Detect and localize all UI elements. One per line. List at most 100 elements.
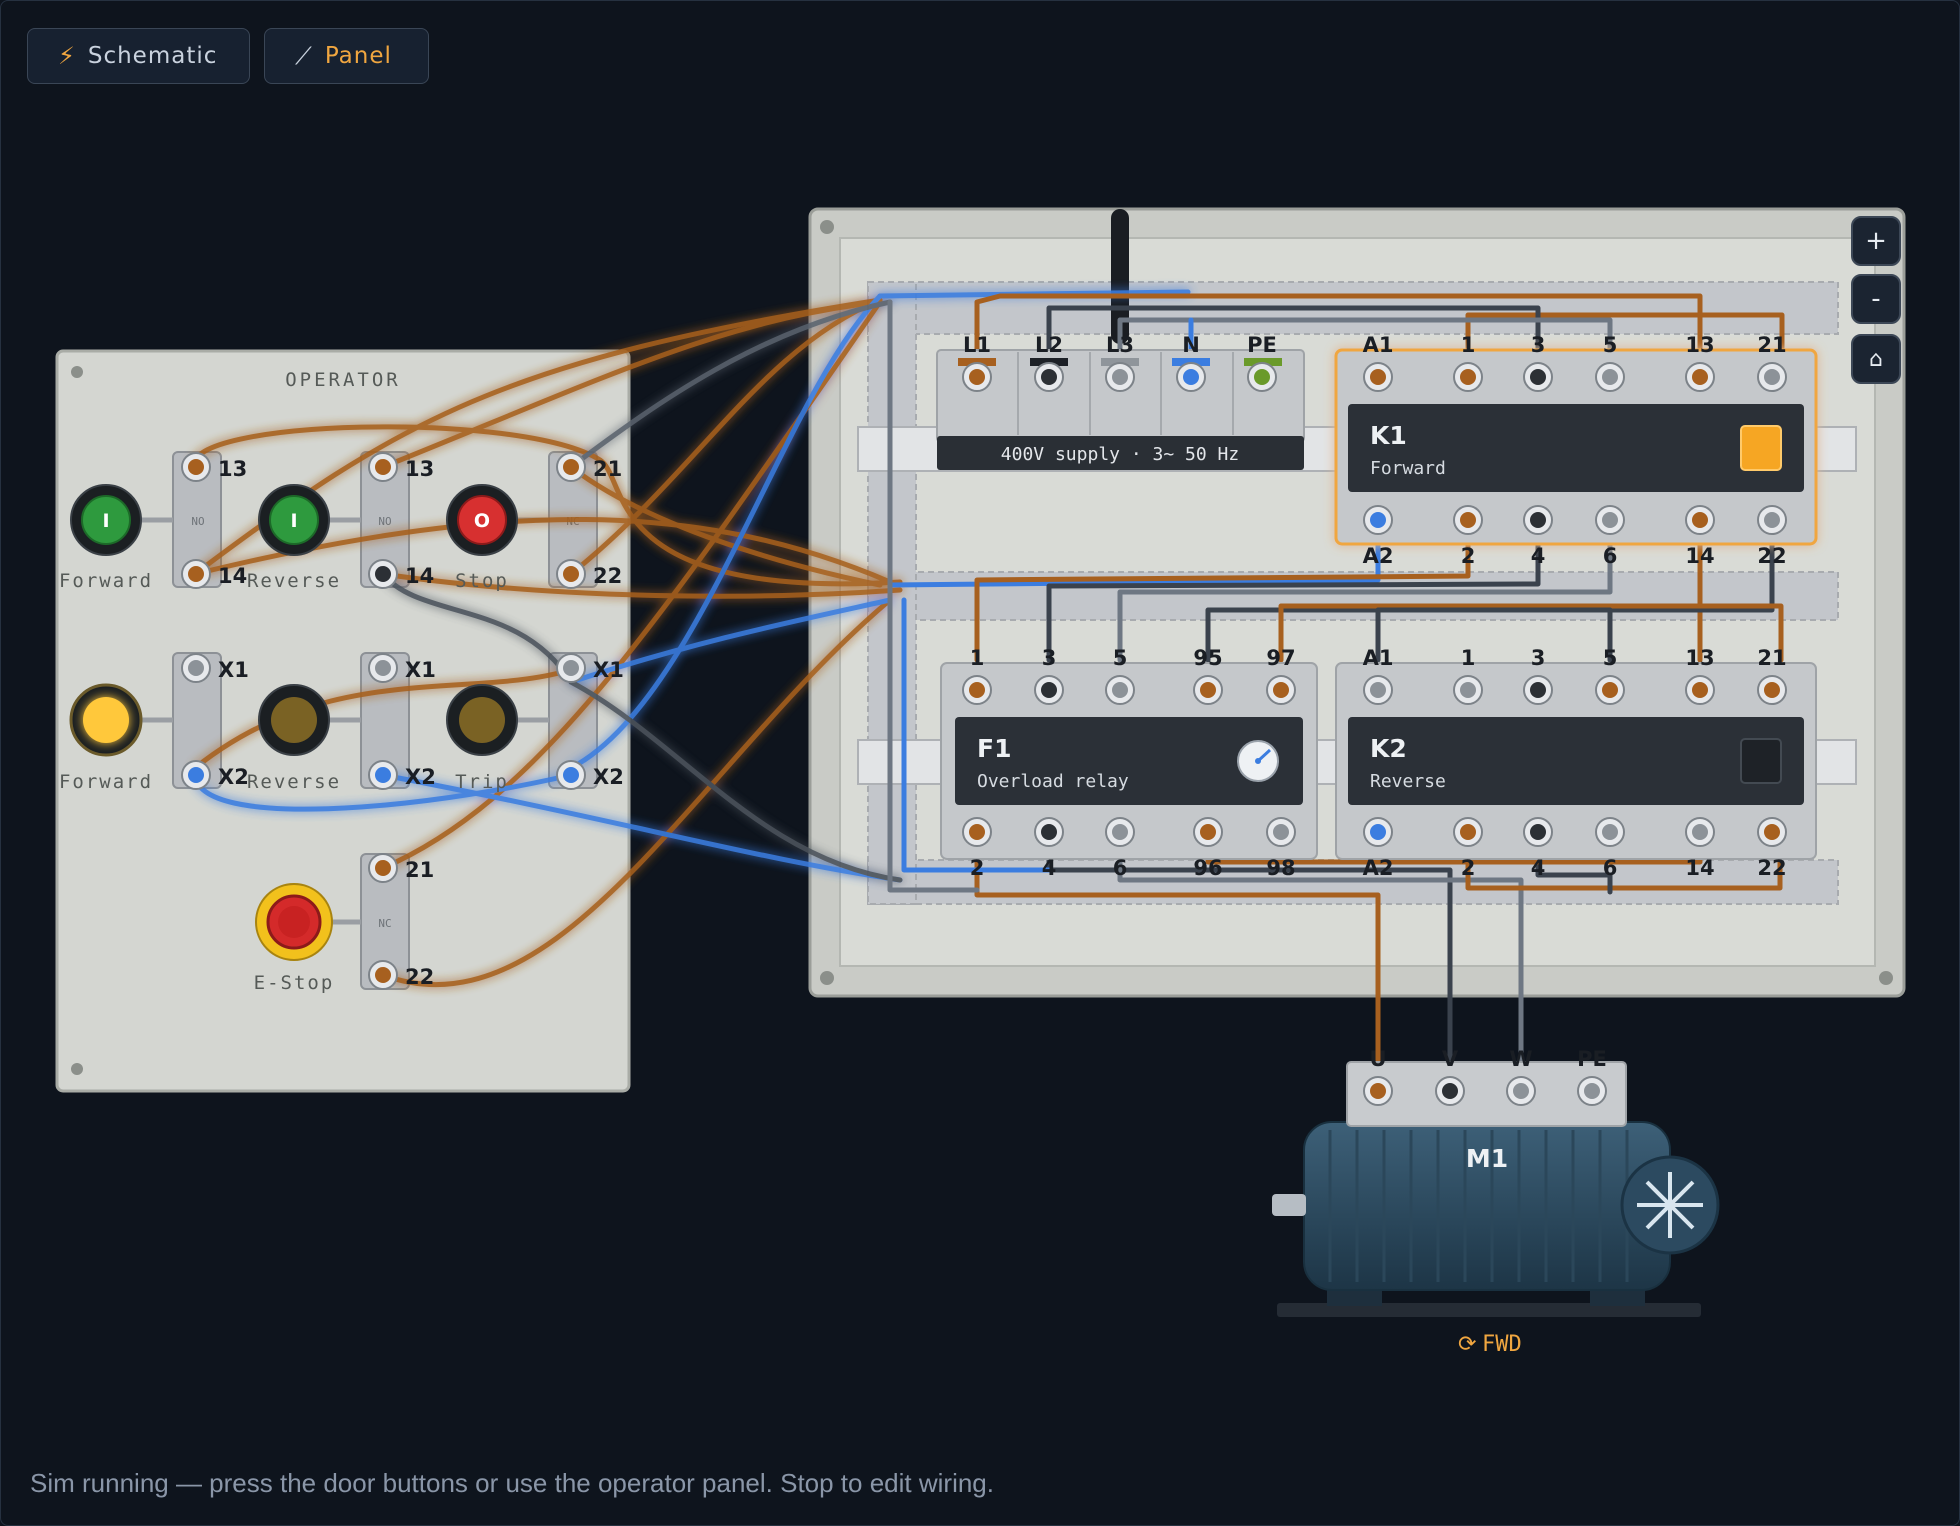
estop-button[interactable] xyxy=(255,883,333,961)
f1-bottom-terminal[interactable] xyxy=(1193,817,1223,847)
k1-name: K1 xyxy=(1370,421,1407,450)
motor-terminal[interactable] xyxy=(1506,1076,1536,1106)
motor-m1[interactable]: M1 xyxy=(1272,1061,1720,1317)
k1-top-terminal-label: 13 xyxy=(1685,333,1714,357)
k2-top-terminal[interactable] xyxy=(1523,675,1553,705)
motor-terminal[interactable] xyxy=(1577,1076,1607,1106)
k1-top-terminal-label: 1 xyxy=(1461,333,1476,357)
trip-lamp-label: Trip xyxy=(455,771,509,793)
k2-top-terminal[interactable] xyxy=(1685,675,1715,705)
f1-top-terminal-label: 3 xyxy=(1042,646,1057,670)
k1-bottom-terminal[interactable] xyxy=(1363,505,1393,535)
lamp-terminal-label: X1 xyxy=(218,658,249,682)
operator-contact-terminal[interactable] xyxy=(556,452,586,482)
contact-type-forward: NO xyxy=(191,515,204,528)
f1-bottom-terminal-label: 2 xyxy=(970,856,985,880)
k2-bottom-terminal-label: A2 xyxy=(1363,856,1394,880)
k1-top-terminal[interactable] xyxy=(1595,362,1625,392)
f1-bottom-terminal[interactable] xyxy=(1266,817,1296,847)
f1-bottom-terminal-label: 6 xyxy=(1113,856,1128,880)
lamp-terminal[interactable] xyxy=(181,653,211,683)
operator-contact-label: 14 xyxy=(405,564,434,588)
k1-bottom-terminal[interactable] xyxy=(1523,505,1553,535)
motor-terminal-label: V xyxy=(1442,1047,1459,1071)
k2-top-terminal[interactable] xyxy=(1595,675,1625,705)
zoom-out-button[interactable]: - xyxy=(1851,274,1901,324)
k1-top-terminal[interactable] xyxy=(1523,362,1553,392)
f1-bottom-terminal[interactable] xyxy=(1105,817,1135,847)
k2-bottom-terminal[interactable] xyxy=(1757,817,1787,847)
operator-contact-terminal[interactable] xyxy=(181,559,211,589)
f1-top-terminal[interactable] xyxy=(1105,675,1135,705)
zoom-in-button[interactable]: + xyxy=(1851,216,1901,266)
forward-pushbutton[interactable]: I xyxy=(70,484,142,556)
f1-bottom-terminal-label: 98 xyxy=(1266,856,1295,880)
supply-terminal[interactable] xyxy=(1176,362,1206,392)
k1-bottom-terminal[interactable] xyxy=(1453,505,1483,535)
forward-button-label: Forward xyxy=(59,570,153,592)
k2-bottom-terminal[interactable] xyxy=(1595,817,1625,847)
operator-contact-terminal[interactable] xyxy=(368,559,398,589)
k2-desc: Reverse xyxy=(1370,771,1446,792)
forward-lamp xyxy=(69,683,143,757)
k1-top-terminal[interactable] xyxy=(1685,362,1715,392)
k1-top-terminal[interactable] xyxy=(1453,362,1483,392)
k2-bottom-terminal[interactable] xyxy=(1363,817,1393,847)
home-button[interactable]: ⌂ xyxy=(1851,334,1901,384)
fan-icon xyxy=(1620,1155,1720,1255)
operator-contact-label: 13 xyxy=(405,457,434,481)
k2-bottom-terminal-label: 6 xyxy=(1603,856,1618,880)
f1-top-terminal[interactable] xyxy=(962,675,992,705)
stop-button-symbol: O xyxy=(474,510,490,532)
f1-top-terminal-label: 1 xyxy=(970,646,985,670)
f1-top-terminal[interactable] xyxy=(1034,675,1064,705)
f1-top-terminal[interactable] xyxy=(1193,675,1223,705)
k2-bottom-terminal[interactable] xyxy=(1523,817,1553,847)
reverse-button-label: Reverse xyxy=(247,570,341,592)
k1-bottom-terminal[interactable] xyxy=(1685,505,1715,535)
supply-terminal[interactable] xyxy=(1247,362,1277,392)
lamp-terminal-label: X2 xyxy=(218,765,249,789)
k2-top-terminal[interactable] xyxy=(1757,675,1787,705)
supply-terminal-label: N xyxy=(1182,333,1200,357)
k1-top-terminal[interactable] xyxy=(1757,362,1787,392)
lamp-terminal[interactable] xyxy=(368,653,398,683)
supply-terminal[interactable] xyxy=(1034,362,1064,392)
motor-terminal[interactable] xyxy=(1363,1076,1393,1106)
zoom-out-label: - xyxy=(1871,284,1881,314)
supply-terminal[interactable] xyxy=(1105,362,1135,392)
status-bar-text: Sim running — press the door buttons or … xyxy=(30,1468,994,1498)
stop-pushbutton[interactable]: O xyxy=(446,484,518,556)
contactor-k2[interactable]: K2 Reverse xyxy=(1335,662,1817,860)
contactor-k1[interactable]: K1 Forward xyxy=(1334,348,1818,546)
k2-bottom-terminal[interactable] xyxy=(1453,817,1483,847)
estop-terminal[interactable] xyxy=(368,960,398,990)
estop-terminal-label: 21 xyxy=(405,858,434,882)
f1-desc: Overload relay xyxy=(977,771,1129,792)
k2-top-terminal[interactable] xyxy=(1363,675,1393,705)
lamp-terminal[interactable] xyxy=(181,760,211,790)
k1-bottom-terminal-label: 14 xyxy=(1685,544,1714,568)
f1-bottom-terminal[interactable] xyxy=(1034,817,1064,847)
panel-canvas[interactable]: OPERATOR NO NO NC NC 400V supply · 3~ 50… xyxy=(0,0,1960,1526)
lamp-terminal[interactable] xyxy=(556,653,586,683)
f1-top-terminal[interactable] xyxy=(1266,675,1296,705)
supply-terminal[interactable] xyxy=(962,362,992,392)
k1-bottom-terminal-label: 6 xyxy=(1603,544,1618,568)
lamp-terminal-label: X2 xyxy=(405,765,436,789)
k1-bottom-terminal[interactable] xyxy=(1757,505,1787,535)
reverse-lamp-label: Reverse xyxy=(247,771,341,793)
estop-terminal[interactable] xyxy=(368,853,398,883)
k1-top-terminal[interactable] xyxy=(1363,362,1393,392)
k2-top-terminal[interactable] xyxy=(1453,675,1483,705)
operator-contact-terminal[interactable] xyxy=(556,559,586,589)
operator-contact-terminal[interactable] xyxy=(368,452,398,482)
motor-terminal[interactable] xyxy=(1435,1076,1465,1106)
f1-bottom-terminal[interactable] xyxy=(962,817,992,847)
reverse-pushbutton[interactable]: I xyxy=(258,484,330,556)
lamp-terminal[interactable] xyxy=(368,760,398,790)
operator-contact-terminal[interactable] xyxy=(181,452,211,482)
lamp-terminal[interactable] xyxy=(556,760,586,790)
k1-bottom-terminal[interactable] xyxy=(1595,505,1625,535)
k2-bottom-terminal[interactable] xyxy=(1685,817,1715,847)
